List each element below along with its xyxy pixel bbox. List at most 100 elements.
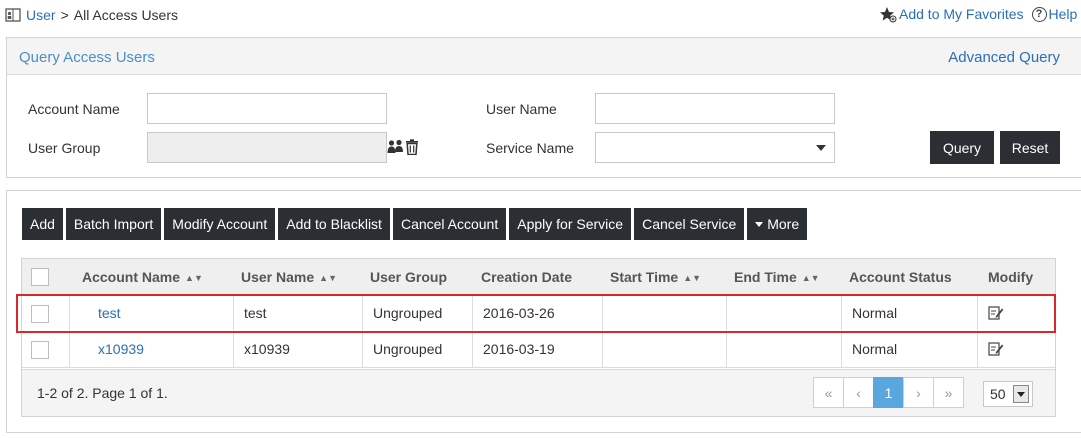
breadcrumb: User > All Access Users (5, 6, 178, 24)
more-button[interactable]: More (747, 208, 808, 240)
star-add-icon[interactable] (879, 6, 897, 23)
table-header: Account Name ▲▼ User Name ▲▼ User Group Cr… (22, 259, 1055, 296)
caret-down-icon (755, 221, 764, 227)
column-divider (233, 332, 234, 367)
add-button[interactable]: Add (22, 208, 63, 240)
service-name-label: Service Name (486, 140, 574, 156)
creation-date-cell: 2016-03-19 (483, 341, 555, 357)
page-1-button[interactable]: 1 (873, 377, 904, 408)
user-name-input[interactable] (595, 93, 835, 124)
query-panel-header: Query Access Users Advanced Query (7, 38, 1081, 75)
user-group-cell: Ungrouped (373, 341, 443, 357)
select-group-icon[interactable] (387, 139, 404, 155)
column-divider (841, 332, 842, 367)
column-start-time[interactable]: Start Time ▲▼ (610, 269, 701, 285)
users-table: Account Name ▲▼ User Name ▲▼ User Group Cr… (21, 258, 1056, 417)
batch-import-button[interactable]: Batch Import (65, 208, 162, 240)
table-footer: 1-2 of 2. Page 1 of 1. « ‹ 1 › » 50 (22, 369, 1055, 416)
column-modify: Modify (988, 269, 1034, 285)
service-name-select[interactable] (595, 132, 835, 163)
user-book-icon (5, 8, 21, 22)
user-group-cell: Ungrouped (373, 305, 443, 321)
trash-icon[interactable] (405, 139, 419, 155)
modify-account-button[interactable]: Modify Account (164, 208, 276, 240)
cancel-service-button[interactable]: Cancel Service (634, 208, 745, 240)
cancel-account-button[interactable]: Cancel Account (392, 208, 507, 240)
column-divider (69, 296, 70, 331)
query-panel-title: Query Access Users (19, 49, 155, 66)
user-name-label: User Name (486, 101, 557, 117)
help-icon: ? (1031, 6, 1047, 22)
chevron-down-icon (1013, 385, 1029, 403)
header-actions: Add to My Favorites ? Help (879, 5, 1077, 23)
next-page-button[interactable]: › (903, 377, 934, 408)
pagination-summary: 1-2 of 2. Page 1 of 1. (37, 385, 168, 401)
page-size-select[interactable]: 50 (983, 381, 1033, 407)
column-divider (602, 296, 603, 331)
top-bar: User > All Access Users Add to My Favori… (0, 0, 1081, 30)
edit-icon[interactable] (988, 305, 1004, 321)
sort-icon: ▲▼ (185, 273, 203, 283)
last-page-button[interactable]: » (933, 377, 964, 408)
column-account-name-label: Account Name (82, 269, 181, 285)
column-divider (362, 296, 363, 331)
column-divider (69, 332, 70, 367)
column-user-name[interactable]: User Name ▲▼ (241, 269, 337, 285)
user-group-label: User Group (28, 140, 101, 156)
user-name-cell: x10939 (244, 341, 290, 357)
column-end-time-label: End Time (734, 269, 797, 285)
reset-button[interactable]: Reset (1000, 131, 1060, 164)
previous-page-button[interactable]: ‹ (843, 377, 874, 408)
breadcrumb-user-link[interactable]: User (26, 7, 56, 23)
table-row[interactable]: x10939 x10939 Ungrouped 2016-03-19 Norma… (22, 332, 1055, 368)
column-user-name-label: User Name (241, 269, 315, 285)
column-account-status: Account Status (849, 269, 952, 285)
breadcrumb-separator: > (60, 7, 69, 23)
column-creation-date: Creation Date (481, 269, 573, 285)
account-status-cell: Normal (852, 341, 898, 357)
column-divider (977, 332, 978, 367)
column-divider (602, 332, 603, 367)
chevron-down-icon (816, 145, 826, 151)
edit-icon[interactable] (988, 341, 1004, 357)
add-to-favorites-link[interactable]: Add to My Favorites (899, 6, 1024, 22)
column-divider (233, 296, 234, 331)
help-label: Help (1048, 6, 1078, 22)
row-checkbox[interactable] (31, 341, 49, 359)
column-divider (362, 332, 363, 367)
row-checkbox[interactable] (31, 305, 49, 323)
column-divider (841, 296, 842, 331)
page-size-value: 50 (990, 386, 1006, 402)
add-to-blacklist-button[interactable]: Add to Blacklist (278, 208, 390, 240)
sort-icon: ▲▼ (683, 273, 702, 283)
sort-icon: ▲▼ (319, 273, 337, 283)
user-name-cell: test (244, 305, 267, 321)
query-button[interactable]: Query (930, 131, 994, 164)
column-user-group: User Group (370, 269, 448, 285)
account-status-cell: Normal (852, 305, 898, 321)
breadcrumb-current: All Access Users (73, 7, 178, 23)
more-label: More (767, 216, 800, 232)
column-account-name[interactable]: Account Name ▲▼ (82, 269, 203, 285)
account-name-input[interactable] (147, 93, 387, 124)
column-divider (977, 296, 978, 331)
advanced-query-link[interactable]: Advanced Query (948, 49, 1060, 66)
action-toolbar: Add Batch Import Modify Account Add to B… (22, 208, 810, 240)
user-group-input[interactable] (147, 132, 387, 163)
column-end-time[interactable]: End Time ▲▼ (734, 269, 820, 285)
first-page-button[interactable]: « (813, 377, 844, 408)
help-link[interactable]: ? Help (1031, 6, 1078, 22)
account-name-link[interactable]: x10939 (98, 332, 144, 367)
sort-icon: ▲▼ (801, 273, 820, 283)
user-group-actions (387, 139, 419, 155)
account-name-link[interactable]: test (98, 296, 121, 331)
table-row[interactable]: test test Ungrouped 2016-03-26 Normal (22, 296, 1055, 332)
column-divider (726, 332, 727, 367)
column-divider (726, 296, 727, 331)
creation-date-cell: 2016-03-26 (483, 305, 555, 321)
column-start-time-label: Start Time (610, 269, 679, 285)
pagination: « ‹ 1 › » (813, 377, 964, 408)
apply-for-service-button[interactable]: Apply for Service (509, 208, 632, 240)
select-all-checkbox[interactable] (31, 268, 49, 286)
column-divider (472, 332, 473, 367)
